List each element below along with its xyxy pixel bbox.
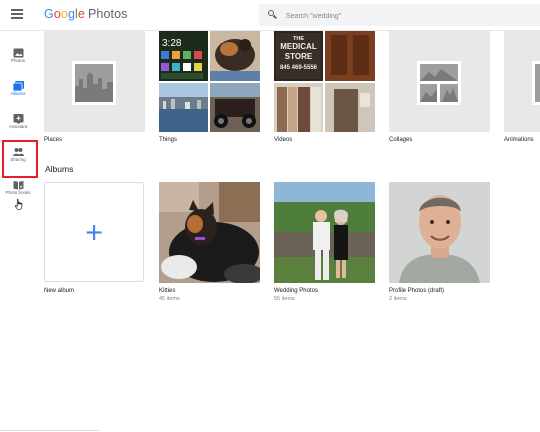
logo-letter-g: G <box>44 7 54 21</box>
animations-tile[interactable] <box>504 31 540 132</box>
album-cover-profile-photos[interactable] <box>389 182 490 283</box>
logo-letter-o: o <box>60 7 68 21</box>
tile-label-collages: Collages <box>389 137 413 143</box>
logo-letter-e: e <box>77 7 85 21</box>
tile-label-places: Places <box>44 137 63 143</box>
album-cover-kitties[interactable] <box>159 182 260 283</box>
wedding-photo <box>274 182 375 283</box>
album-title-new-album: New album <box>44 288 75 294</box>
assistant-icon <box>13 111 24 124</box>
album-count-wedding-photos: 55 items <box>274 296 295 302</box>
album-count-profile-photos: 2 items <box>389 296 407 302</box>
logo-letter-g: g <box>67 7 76 21</box>
google-photos-logo[interactable]: Google Photos <box>44 7 128 21</box>
album-title-wedding-photos: Wedding Photos <box>274 288 318 294</box>
store-sign-line-3: STORE <box>285 52 313 61</box>
section-title-albums: Albums <box>45 164 74 174</box>
sidebar-item-photos[interactable]: Photos <box>0 45 36 75</box>
hand-cursor-icon <box>15 197 23 210</box>
videos-tile[interactable]: THE MEDICAL STORE 845 469-5556 <box>274 31 375 132</box>
hamburger-menu-icon[interactable] <box>11 9 23 19</box>
animation-icon <box>532 61 540 105</box>
sidebar-item-label: Albums <box>10 91 26 96</box>
city-icon <box>72 61 116 105</box>
product-name: Photos <box>87 7 128 21</box>
bottom-divider <box>0 430 100 431</box>
tile-label-animations: Animations <box>504 137 534 143</box>
new-album-tile[interactable] <box>44 182 144 282</box>
album-cover-wedding-photos[interactable] <box>274 182 375 283</box>
sidebar-item-label: Assistant <box>8 124 28 129</box>
search-icon[interactable] <box>268 10 277 19</box>
collage-icon <box>417 61 461 105</box>
search-input[interactable] <box>284 7 528 25</box>
store-sign-line-2: MEDICAL <box>280 42 317 51</box>
top-app-bar: Google Photos <box>0 0 540 31</box>
photo-book-icon <box>13 177 24 190</box>
sidebar-item-label: Photos <box>10 58 25 63</box>
sidebar-item-label: Photo books <box>5 190 31 195</box>
store-phone-text: 845 469-5556 <box>280 65 318 71</box>
tile-label-videos: Videos <box>274 137 293 143</box>
places-tile[interactable] <box>44 31 145 132</box>
sidebar-item-assistant[interactable]: Assistant <box>0 111 36 141</box>
kitties-photo <box>159 182 260 283</box>
albums-icon <box>12 78 24 92</box>
sidebar-item-albums[interactable]: Albums <box>0 78 36 108</box>
album-title-profile-photos: Profile Photos (draft) <box>389 288 445 294</box>
phone-clock-text: 3:28 <box>162 38 182 49</box>
logo-letter-o: o <box>53 7 61 21</box>
things-collage: 3:28 <box>159 31 260 132</box>
highlight-box <box>2 140 38 178</box>
things-tile[interactable]: 3:28 <box>159 31 260 132</box>
album-title-kitties: Kitties <box>159 288 176 294</box>
search-bar[interactable] <box>259 4 540 26</box>
left-navigation: Photos Albums Assistant Sharing Photo bo… <box>0 31 38 432</box>
photo-icon <box>13 45 24 58</box>
tile-label-things: Things <box>159 137 178 143</box>
collages-tile[interactable] <box>389 31 490 132</box>
profile-portrait <box>389 182 490 283</box>
plus-icon <box>86 225 102 240</box>
album-count-kitties: 45 items <box>159 296 180 302</box>
videos-collage: THE MEDICAL STORE 845 469-5556 <box>274 31 375 132</box>
